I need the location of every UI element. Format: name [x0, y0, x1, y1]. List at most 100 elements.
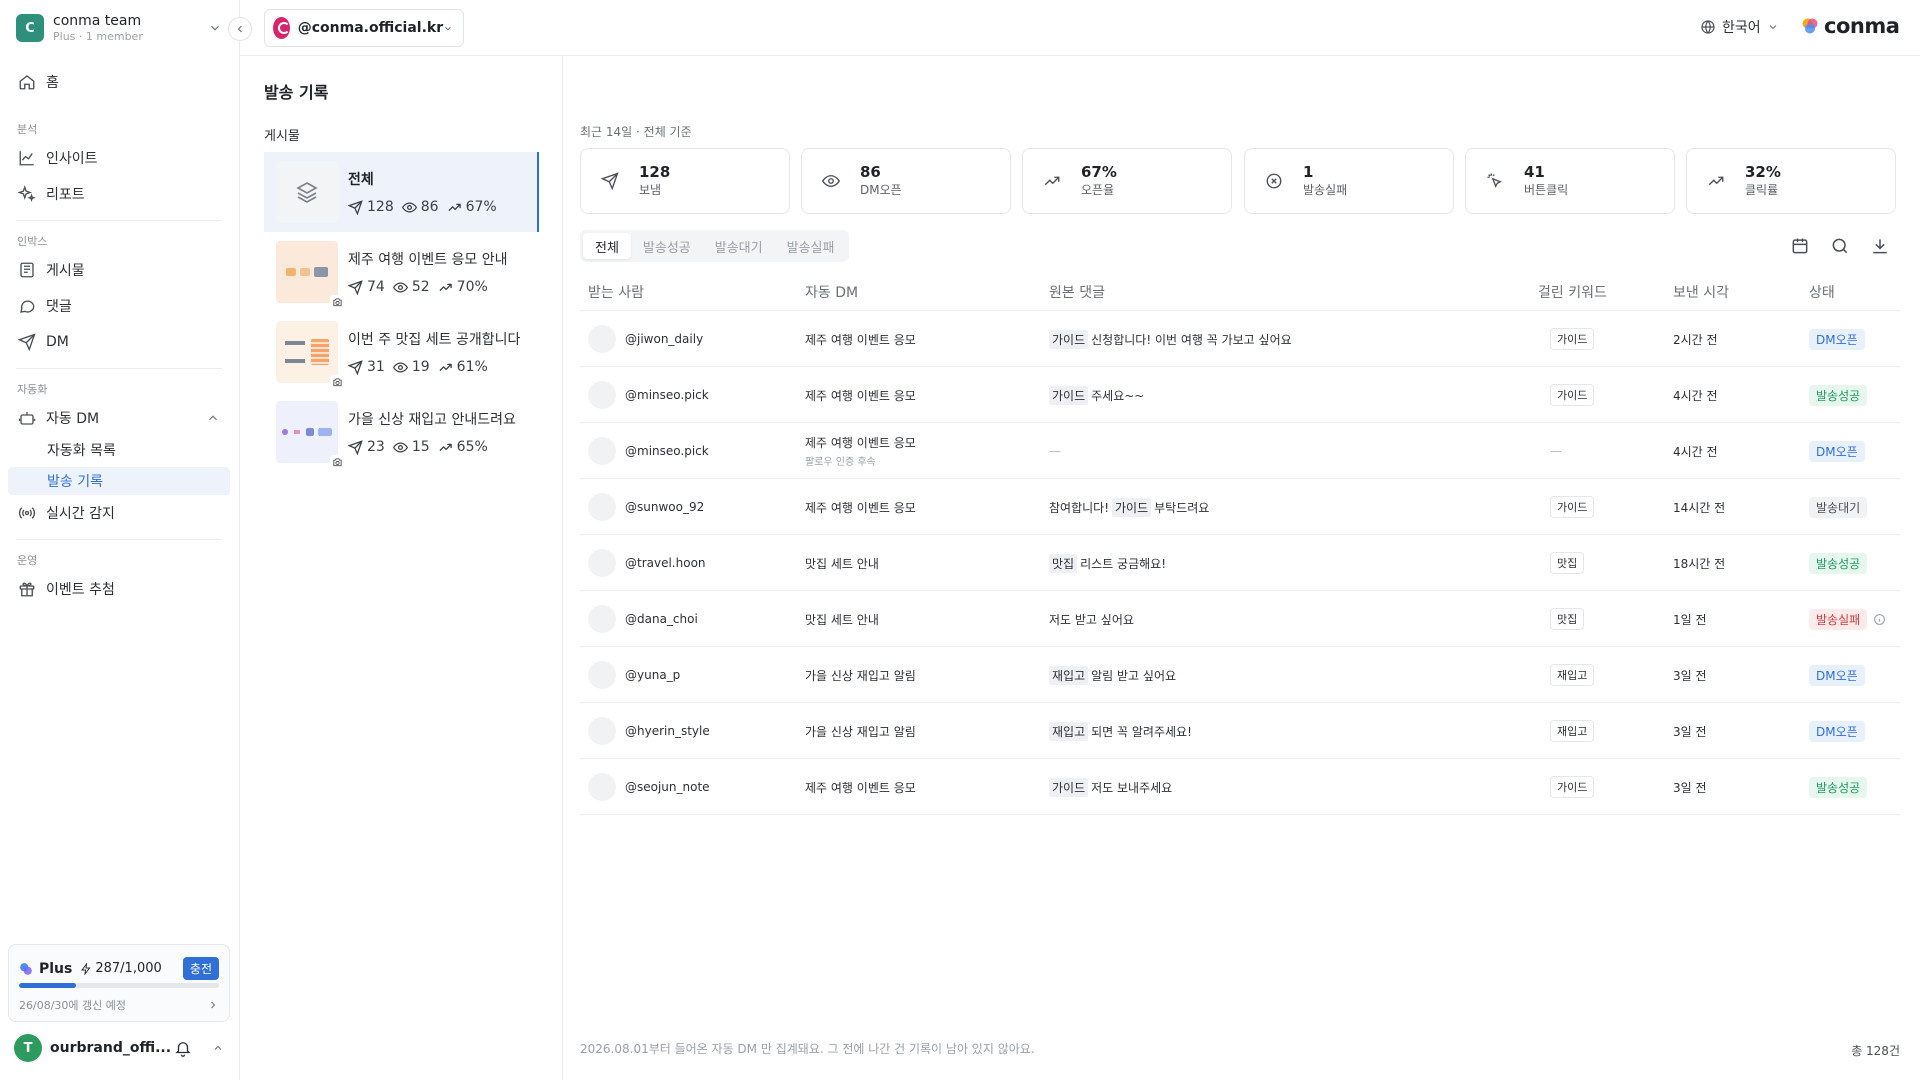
time-cell: 18시간 전: [1673, 535, 1725, 591]
sidebar-item-event-draw[interactable]: 이벤트 추첨: [8, 574, 230, 604]
post-item[interactable]: 이번 주 맛집 세트 공개합니다 31 19 61%: [264, 312, 539, 392]
charge-button[interactable]: 충전: [182, 957, 219, 980]
column-header-recipient[interactable]: 받는 사람: [588, 282, 644, 302]
plan-credits: 287/1,000: [95, 961, 162, 976]
auto-dm-cell: 제주 여행 이벤트 응모: [805, 479, 916, 535]
stat-label: 보냄: [639, 183, 662, 197]
sidebar-sub-label: 발송 기록: [47, 474, 103, 490]
plan-name: Plus: [39, 960, 73, 977]
sidebar-item-home[interactable]: 홈: [8, 67, 230, 97]
recipient-cell[interactable]: @minseo.pick: [588, 423, 709, 479]
post-rate: 67%: [465, 199, 497, 215]
sidebar-item-report[interactable]: 리포트: [8, 179, 230, 209]
tab-all[interactable]: 전체: [583, 233, 631, 259]
keyword-highlight: 가이드: [1049, 385, 1089, 405]
table-row[interactable]: @hyerin_style 가을 신상 재입고 알림 재입고 되면 꼭 알려주세요! 재…: [580, 703, 1900, 759]
tab-failed[interactable]: 발송실패: [775, 233, 847, 259]
collapse-sidebar-button[interactable]: [228, 17, 252, 41]
brand-name: conma: [1824, 14, 1900, 38]
recipient-cell[interactable]: @hyerin_style: [588, 703, 710, 759]
comment-text: 부탁드려요: [1154, 500, 1210, 515]
sidebar-item-insight[interactable]: 인사이트: [8, 143, 230, 173]
post-title: 이번 주 맛집 세트 공개합니다: [348, 332, 521, 348]
send-icon: [348, 199, 363, 215]
sidebar-item-label: DM: [46, 334, 69, 350]
recipient-avatar: [588, 493, 616, 521]
sidebar-item-realtime[interactable]: 실시간 감지: [8, 498, 230, 528]
stat-value: 1: [1303, 163, 1314, 181]
table-row[interactable]: @yuna_p 가을 신상 재입고 알림 재입고 알림 받고 싶어요 재입고 3일 전 DM…: [580, 647, 1900, 703]
status-cell: 발송성공: [1809, 367, 1868, 423]
recipient-cell[interactable]: @seojun_note: [588, 759, 710, 815]
renew-date: 26/08/30에 갱신 예정: [19, 999, 126, 1012]
sidebar-sub-auto-list[interactable]: 자동화 목록: [8, 436, 230, 464]
period-label: 최근 14일 · 전체 기준: [580, 125, 692, 139]
stat-value: 32%: [1745, 163, 1781, 181]
post-item[interactable]: 가을 신상 재입고 안내드려요 23 15 65%: [264, 392, 539, 472]
table-row[interactable]: @minseo.pick 제주 여행 이벤트 응모 가이드 주세요~~ 가이드 4시간 전…: [580, 367, 1900, 423]
sidebar-item-dm[interactable]: DM: [8, 327, 230, 357]
trend-up-icon: [439, 283, 452, 291]
calendar-icon[interactable]: [1790, 236, 1810, 256]
comment-text: 신청합니다! 이번 여행 꼭 가보고 싶어요: [1091, 332, 1292, 347]
bell-icon[interactable]: [174, 1039, 192, 1057]
auto-dm-name: 제주 여행 이벤트 응모: [805, 436, 916, 450]
status-badge: 발송대기: [1809, 496, 1868, 518]
tab-pending[interactable]: 발송대기: [703, 233, 775, 259]
recipient-cell[interactable]: @travel.hoon: [588, 535, 706, 591]
recipient-cell[interactable]: @sunwoo_92: [588, 479, 704, 535]
comment-text: 리스트 궁금해요!: [1080, 556, 1166, 571]
post-opened: 52: [411, 279, 430, 295]
column-header-time[interactable]: 보낸 시각: [1673, 282, 1729, 302]
column-header-auto-dm[interactable]: 자동 DM: [805, 282, 858, 302]
stat-label: 클릭률: [1745, 183, 1779, 197]
section-operation: 운영: [17, 554, 38, 567]
table-row[interactable]: @jiwon_daily 제주 여행 이벤트 응모 가이드 신청합니다! 이번 여행 …: [580, 311, 1900, 367]
stat-card-click-rate: 32% 클릭률: [1686, 148, 1896, 214]
sidebar-item-comments[interactable]: 댓글: [8, 291, 230, 321]
auto-dm-cell: 맛집 세트 안내: [805, 591, 879, 647]
post-item[interactable]: 제주 여행 이벤트 응모 안내 74 52 70%: [264, 232, 539, 312]
column-header-keyword[interactable]: 걸린 키워드: [1538, 282, 1607, 302]
time-cell: 2시간 전: [1673, 311, 1718, 367]
sidebar-item-posts[interactable]: 게시물: [8, 255, 230, 285]
brand-logo[interactable]: conma: [1800, 14, 1900, 38]
download-icon[interactable]: [1870, 236, 1890, 256]
recipient-cell[interactable]: @yuna_p: [588, 647, 680, 703]
team-switcher[interactable]: C conma team Plus · 1 member: [16, 13, 222, 43]
keyword-cell: 가이드: [1550, 311, 1595, 367]
recipient-cell[interactable]: @minseo.pick: [588, 367, 709, 423]
table-row[interactable]: @minseo.pick 제주 여행 이벤트 응모 팔로우 인증 후속 — — 4시간 전…: [580, 423, 1900, 479]
post-sent: 74: [367, 279, 385, 295]
comment-cell: 재입고 되면 꼭 알려주세요!: [1049, 703, 1192, 759]
language-selector[interactable]: 한국어: [1700, 17, 1779, 37]
chevron-up-icon[interactable]: [206, 411, 220, 425]
renew-row[interactable]: 26/08/30에 갱신 예정: [19, 997, 219, 1013]
table-row[interactable]: @dana_choi 맛집 세트 안내 저도 받고 싶어요 맛집 1일 전 발송실패: [580, 591, 1900, 647]
column-header-comment[interactable]: 원본 댓글: [1049, 282, 1105, 302]
sidebar-item-auto-dm[interactable]: 자동 DM: [8, 403, 230, 433]
recipient-cell[interactable]: @jiwon_daily: [588, 311, 703, 367]
click-icon: [1487, 173, 1502, 188]
divider: [16, 368, 222, 369]
recipient-cell[interactable]: @dana_choi: [588, 591, 698, 647]
keyword-chip: 가이드: [1550, 776, 1595, 798]
recipient-avatar: [588, 549, 616, 577]
comment-text: 되면 꼭 알려주세요!: [1091, 724, 1192, 739]
column-header-status[interactable]: 상태: [1809, 282, 1835, 302]
main-content: 최근 14일 · 전체 기준 128 보냄 86 DM오픈 67% 오픈율 1 발송실패…: [564, 56, 1920, 1080]
table-row[interactable]: @seojun_note 제주 여행 이벤트 응모 가이드 저도 보내주세요 가이드 3일…: [580, 759, 1900, 815]
sidebar-sub-send-history[interactable]: 발송 기록: [8, 467, 230, 495]
table-row[interactable]: @sunwoo_92 제주 여행 이벤트 응모 참여합니다! 가이드 부탁드려요 가이드 1…: [580, 479, 1900, 535]
table-row[interactable]: @travel.hoon 맛집 세트 안내 맛집 리스트 궁금해요! 맛집 18시간 전발…: [580, 535, 1900, 591]
user-menu[interactable]: T ourbrand_offi...: [14, 1033, 224, 1063]
credit-progress-fill: [19, 983, 77, 988]
account-selector[interactable]: @conma.official.kr: [264, 9, 464, 47]
post-item-all[interactable]: 전체 128 86 67%: [264, 152, 539, 232]
sidebar-item-label: 리포트: [46, 187, 85, 203]
search-icon[interactable]: [1830, 236, 1850, 256]
broadcast-icon: [18, 507, 36, 519]
tab-success[interactable]: 발송성공: [631, 233, 703, 259]
info-icon[interactable]: [1873, 613, 1886, 626]
chevron-up-icon[interactable]: [212, 1042, 224, 1054]
